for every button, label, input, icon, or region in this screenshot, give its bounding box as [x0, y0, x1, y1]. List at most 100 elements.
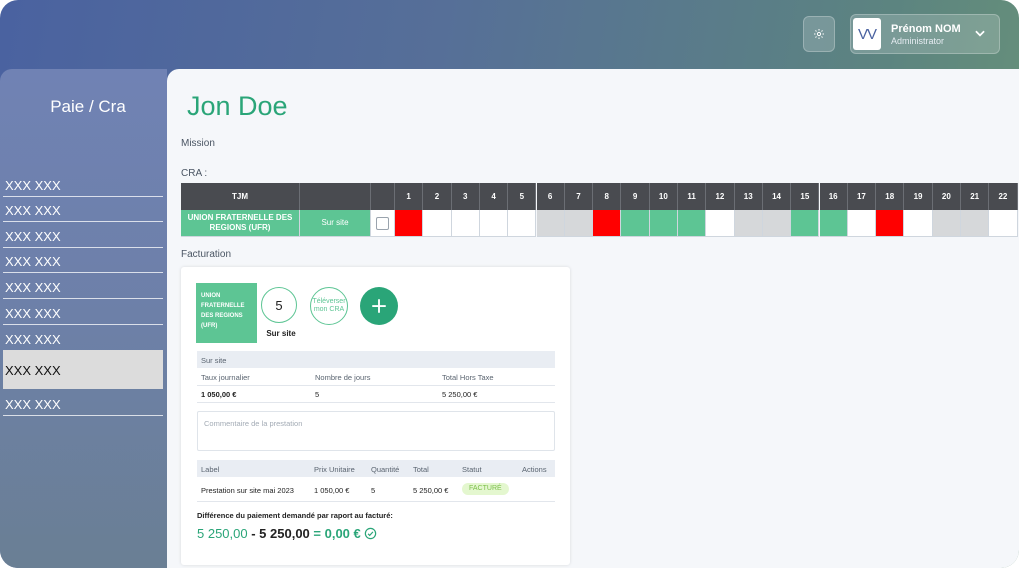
mission-label: Mission: [181, 138, 215, 149]
cra-header-check: [371, 183, 395, 210]
cra-day-cell[interactable]: [904, 210, 933, 237]
sidebar-title: Paie / Cra: [50, 97, 126, 116]
cra-day-cell[interactable]: [847, 210, 877, 237]
days-count: 5: [261, 287, 297, 323]
check-circle-icon: [365, 527, 377, 540]
rate-section-header: Sur site: [197, 351, 555, 368]
cra-day-cell[interactable]: [932, 210, 961, 237]
cra-day-cell[interactable]: [451, 210, 480, 237]
line-header-prix: Prix Unitaire: [314, 465, 355, 474]
cra-day-cell[interactable]: [395, 210, 424, 237]
cra-day-header: 4: [479, 183, 509, 210]
cra-day-cell[interactable]: [678, 210, 707, 237]
sidebar-item[interactable]: XXX XXX: [3, 350, 163, 389]
cra-day-header: 17: [847, 183, 877, 210]
cra-day-cell[interactable]: [593, 210, 622, 237]
cra-day-cell[interactable]: [508, 210, 537, 237]
comment-input[interactable]: Commentaire de la prestation: [197, 411, 555, 451]
rate-header-taux: Taux journalier: [201, 373, 250, 382]
cra-org-cell: UNION FRATERNELLE DES REGIONS (UFR): [181, 210, 300, 237]
diff-label: Différence du paiement demandé par rapor…: [197, 511, 393, 520]
line-value-label: Prestation sur site mai 2023: [201, 486, 294, 495]
cra-check-cell[interactable]: [371, 210, 395, 237]
org-tile[interactable]: UNION FRATERNELLE DES REGIONS (UFR): [196, 283, 257, 343]
cra-day-cell[interactable]: [423, 210, 452, 237]
diff-result: = 0,00 €: [313, 526, 361, 541]
sidebar: Paie / Cra XXX XXX XXX XXX XXX XXX XXX XXX X…: [0, 69, 167, 568]
cra-day-header: 22: [989, 183, 1018, 210]
line-value-quantite: 5: [371, 486, 376, 495]
cra-day-header: 19: [904, 183, 933, 210]
settings-button[interactable]: [803, 16, 835, 52]
cra-location-cell: Sur site: [300, 210, 371, 237]
cra-day-cell[interactable]: [734, 210, 763, 237]
user-role: Administrator: [891, 36, 945, 46]
plus-icon: [372, 299, 386, 313]
sidebar-item[interactable]: XXX XXX: [3, 248, 163, 273]
cra-day-header: 5: [508, 183, 537, 210]
cra-day-header: 7: [564, 183, 594, 210]
sidebar-item[interactable]: XXX XXX: [3, 274, 163, 299]
cra-day-cell[interactable]: [479, 210, 509, 237]
cra-day-header: 12: [706, 183, 735, 210]
sidebar-item[interactable]: XXX XXX: [3, 300, 163, 325]
diff-requested: 5 250,00: [197, 526, 248, 541]
cra-day-header: 8: [593, 183, 622, 210]
cra-day-cell[interactable]: [706, 210, 735, 237]
cra-day-cell[interactable]: [791, 210, 820, 237]
cra-header-tjm: TJM: [181, 183, 300, 210]
cra-day-header: 18: [876, 183, 905, 210]
line-value-total: 5 250,00 €: [413, 486, 449, 495]
cra-day-header: 13: [734, 183, 763, 210]
rate-value-taux: 1 050,00 €: [201, 390, 237, 399]
gear-icon: [814, 29, 824, 39]
cra-label: CRA :: [181, 168, 208, 179]
cra-day-header: 16: [819, 183, 848, 210]
avatar: VV: [853, 18, 881, 50]
cra-day-cell[interactable]: [536, 210, 565, 237]
cra-day-header: 20: [932, 183, 961, 210]
cra-day-header: 21: [961, 183, 990, 210]
rate-value-total: 5 250,00 €: [442, 390, 478, 399]
cra-day-cell[interactable]: [989, 210, 1018, 237]
line-header-actions: Actions: [522, 465, 547, 474]
table-row: Prestation sur site mai 2023 1 050,00 € …: [197, 479, 555, 502]
cra-day-cell[interactable]: [876, 210, 905, 237]
cra-day-cell[interactable]: [762, 210, 792, 237]
user-menu[interactable]: VV Prénom NOM Administrator: [850, 14, 1000, 54]
sidebar-item[interactable]: XXX XXX: [3, 326, 163, 351]
sidebar-item[interactable]: XXX XXX: [3, 391, 163, 416]
main-panel: Jon Doe Mission CRA : TJM UNION FRATERNE…: [167, 69, 1019, 568]
rate-value-jours: 5: [315, 390, 320, 399]
cra-day-header: 6: [536, 183, 565, 210]
cra-day-cell[interactable]: [961, 210, 990, 237]
line-header-label: Label: [201, 465, 220, 474]
line-header-row: Label Prix Unitaire Quantité Total Statu…: [197, 460, 555, 477]
cra-day-cell[interactable]: [819, 210, 848, 237]
facturation-label: Facturation: [181, 249, 232, 260]
line-header-quantite: Quantité: [371, 465, 400, 474]
cra-day-cell[interactable]: [649, 210, 678, 237]
line-header-statut: Statut: [462, 465, 482, 474]
chevron-down-icon[interactable]: [973, 26, 987, 40]
upload-cra-button[interactable]: Téléverser mon CRA: [310, 287, 348, 325]
cra-day-header: 9: [621, 183, 650, 210]
rate-value-row: 1 050,00 € 5 5 250,00 €: [197, 385, 555, 403]
sidebar-item[interactable]: XXX XXX: [3, 197, 163, 222]
user-name: Prénom NOM: [891, 23, 961, 35]
app-window: VV Prénom NOM Administrator Paie / Cra X…: [0, 0, 1019, 568]
cra-checkbox[interactable]: [376, 216, 389, 230]
status-badge: FACTURÉ: [462, 483, 509, 495]
line-header-total: Total: [413, 465, 429, 474]
cra-day-header: 11: [678, 183, 707, 210]
cra-day-cell[interactable]: [564, 210, 594, 237]
cra-day-header: 3: [451, 183, 480, 210]
cra-day-header: 10: [649, 183, 678, 210]
sidebar-item[interactable]: XXX XXX: [3, 172, 163, 197]
sidebar-item[interactable]: XXX XXX: [3, 223, 163, 248]
cra-day-header: 2: [423, 183, 452, 210]
cra-day-cell[interactable]: [621, 210, 650, 237]
rate-header-row: Taux journalier Nombre de jours Total Ho…: [197, 368, 555, 386]
cra-day-header: 14: [762, 183, 792, 210]
add-button[interactable]: [360, 287, 398, 325]
